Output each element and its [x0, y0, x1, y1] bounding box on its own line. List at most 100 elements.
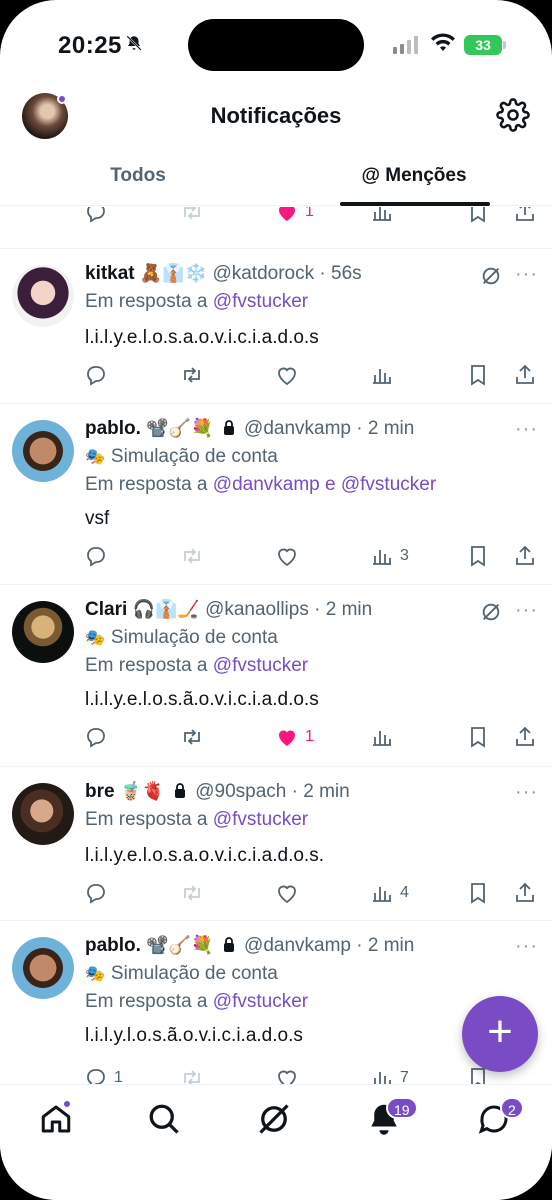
name-emojis: 🧸👔❄️ [139, 263, 208, 283]
share-icon[interactable] [513, 722, 537, 752]
more-options-icon[interactable]: ··· [515, 418, 538, 441]
bookmark-icon[interactable] [466, 878, 490, 908]
simulation-text: Simulação de conta [110, 627, 278, 648]
search-icon[interactable] [146, 1101, 182, 1137]
post-card[interactable]: pablo. 📽️🪕💐 @danvkamp · 2 min ··· 🎭 Simul… [0, 404, 552, 585]
display-name[interactable]: Clari [85, 599, 127, 620]
user-handle[interactable]: @katdorock [212, 263, 314, 284]
views-icon[interactable]: 4 [370, 878, 409, 908]
share-icon[interactable] [513, 207, 537, 227]
post-card[interactable]: bre 🧋🫀 @90spach · 2 min ··· Em resposta … [0, 767, 552, 921]
user-avatar[interactable] [12, 783, 74, 845]
bookmark-icon[interactable] [466, 207, 490, 227]
tab-mentions[interactable]: @ Menções [276, 150, 552, 206]
post-header: kitkat 🧸👔❄️ @katdorock · 56s [85, 263, 362, 285]
post-header: bre 🧋🫀 @90spach · 2 min [85, 781, 350, 803]
user-handle[interactable]: @danvkamp [244, 935, 351, 956]
more-options-icon[interactable]: ··· [515, 599, 538, 622]
post-header: Clari 🎧👔🏒 @kanaollips · 2 min [85, 599, 372, 621]
post-header: pablo. 📽️🪕💐 @danvkamp · 2 min [85, 935, 414, 957]
views-icon[interactable] [370, 722, 394, 752]
retweet-icon[interactable] [180, 207, 204, 227]
share-icon[interactable] [513, 541, 537, 571]
reply-icon[interactable]: 1 [84, 1063, 123, 1084]
reply-context: Em resposta a @fvstucker [85, 291, 308, 313]
theater-mask-icon: 🎭 [85, 966, 105, 983]
post-time: · 2 min [356, 418, 415, 439]
views-icon[interactable]: 7 [370, 1063, 409, 1084]
post-time: · 2 min [356, 935, 415, 956]
like-icon[interactable] [275, 541, 299, 571]
user-handle[interactable]: @danvkamp [244, 418, 351, 439]
post-header: pablo. 📽️🪕💐 @danvkamp · 2 min [85, 418, 414, 440]
reply-to-link[interactable]: @fvstucker [213, 991, 308, 1012]
compose-post-button[interactable]: + [462, 996, 538, 1072]
more-options-icon[interactable]: ··· [515, 263, 538, 286]
notification-tabs: Todos @ Menções [0, 150, 552, 206]
mentions-feed: 1 kitkat 🧸👔❄️ @katdorock · 56s ··· Em re… [0, 207, 552, 1084]
like-icon[interactable]: 1 [275, 722, 314, 752]
grok-icon[interactable] [256, 1101, 292, 1137]
views-icon[interactable] [370, 360, 394, 390]
reply-to-link[interactable]: @danvkamp e @fvstucker [213, 474, 436, 495]
views-icon[interactable] [370, 207, 394, 227]
display-name[interactable]: bre [85, 781, 115, 802]
user-avatar[interactable] [12, 601, 74, 663]
user-avatar[interactable] [12, 420, 74, 482]
bookmark-icon[interactable] [466, 360, 490, 390]
post-time: · 2 min [291, 781, 350, 802]
display-name[interactable]: pablo. [85, 418, 141, 439]
retweet-icon[interactable] [180, 541, 204, 571]
display-name[interactable]: pablo. [85, 935, 141, 956]
reply-icon[interactable] [84, 541, 108, 571]
user-handle[interactable]: @90spach [195, 781, 286, 802]
share-icon[interactable] [513, 360, 537, 390]
tab-all[interactable]: Todos [0, 150, 276, 206]
reply-context: Em resposta a @fvstucker [85, 809, 308, 831]
share-icon[interactable] [513, 878, 537, 908]
reply-to-link[interactable]: @fvstucker [213, 655, 308, 676]
like-icon[interactable] [275, 1063, 299, 1084]
theater-mask-icon: 🎭 [85, 449, 105, 466]
simulation-label: 🎭 Simulação de conta [85, 963, 278, 985]
like-icon[interactable] [275, 360, 299, 390]
reply-icon[interactable] [84, 207, 108, 227]
retweet-icon[interactable] [180, 1063, 204, 1084]
grok-icon[interactable] [480, 601, 502, 623]
display-name[interactable]: kitkat [85, 263, 135, 284]
more-options-icon[interactable]: ··· [515, 935, 538, 958]
lock-icon [223, 420, 234, 435]
like-count: 1 [305, 728, 314, 745]
reply-to-link[interactable]: @fvstucker [213, 291, 308, 312]
reply-icon[interactable] [84, 360, 108, 390]
reply-to-link[interactable]: @fvstucker [213, 809, 308, 830]
post-text: vsf [85, 508, 110, 529]
like-icon[interactable] [275, 878, 299, 908]
reply-icon[interactable] [84, 878, 108, 908]
active-tab-indicator [340, 202, 490, 206]
reply-context: Em resposta a @danvkamp e @fvstucker [85, 474, 436, 496]
user-handle[interactable]: @kanaollips [205, 599, 309, 620]
reply-icon[interactable] [84, 722, 108, 752]
views-count: 3 [400, 547, 409, 564]
views-icon[interactable]: 3 [370, 541, 409, 571]
wifi-icon [430, 33, 456, 58]
settings-gear-icon[interactable] [496, 98, 530, 132]
post-card[interactable]: Clari 🎧👔🏒 @kanaollips · 2 min ··· 🎭 Simul… [0, 585, 552, 767]
more-options-icon[interactable]: ··· [515, 781, 538, 804]
messages-badge: 2 [500, 1097, 524, 1119]
name-emojis: 🧋🫀 [119, 781, 165, 801]
retweet-icon[interactable] [180, 878, 204, 908]
bookmark-icon[interactable] [466, 541, 490, 571]
post-card[interactable]: pablo. 📽️🪕💐 @danvkamp · 2 min ··· 🎭 Simul… [0, 921, 552, 1084]
post-card[interactable]: kitkat 🧸👔❄️ @katdorock · 56s ··· Em resp… [0, 249, 552, 404]
post-actions: 1 [0, 722, 552, 752]
like-icon[interactable]: 1 [275, 207, 314, 227]
bookmark-icon[interactable] [466, 722, 490, 752]
retweet-icon[interactable] [180, 722, 204, 752]
user-avatar[interactable] [12, 265, 74, 327]
retweet-icon[interactable] [180, 360, 204, 390]
grok-icon[interactable] [480, 265, 502, 287]
user-avatar[interactable] [12, 937, 74, 999]
bottom-navigation: 19 2 [0, 1084, 552, 1200]
